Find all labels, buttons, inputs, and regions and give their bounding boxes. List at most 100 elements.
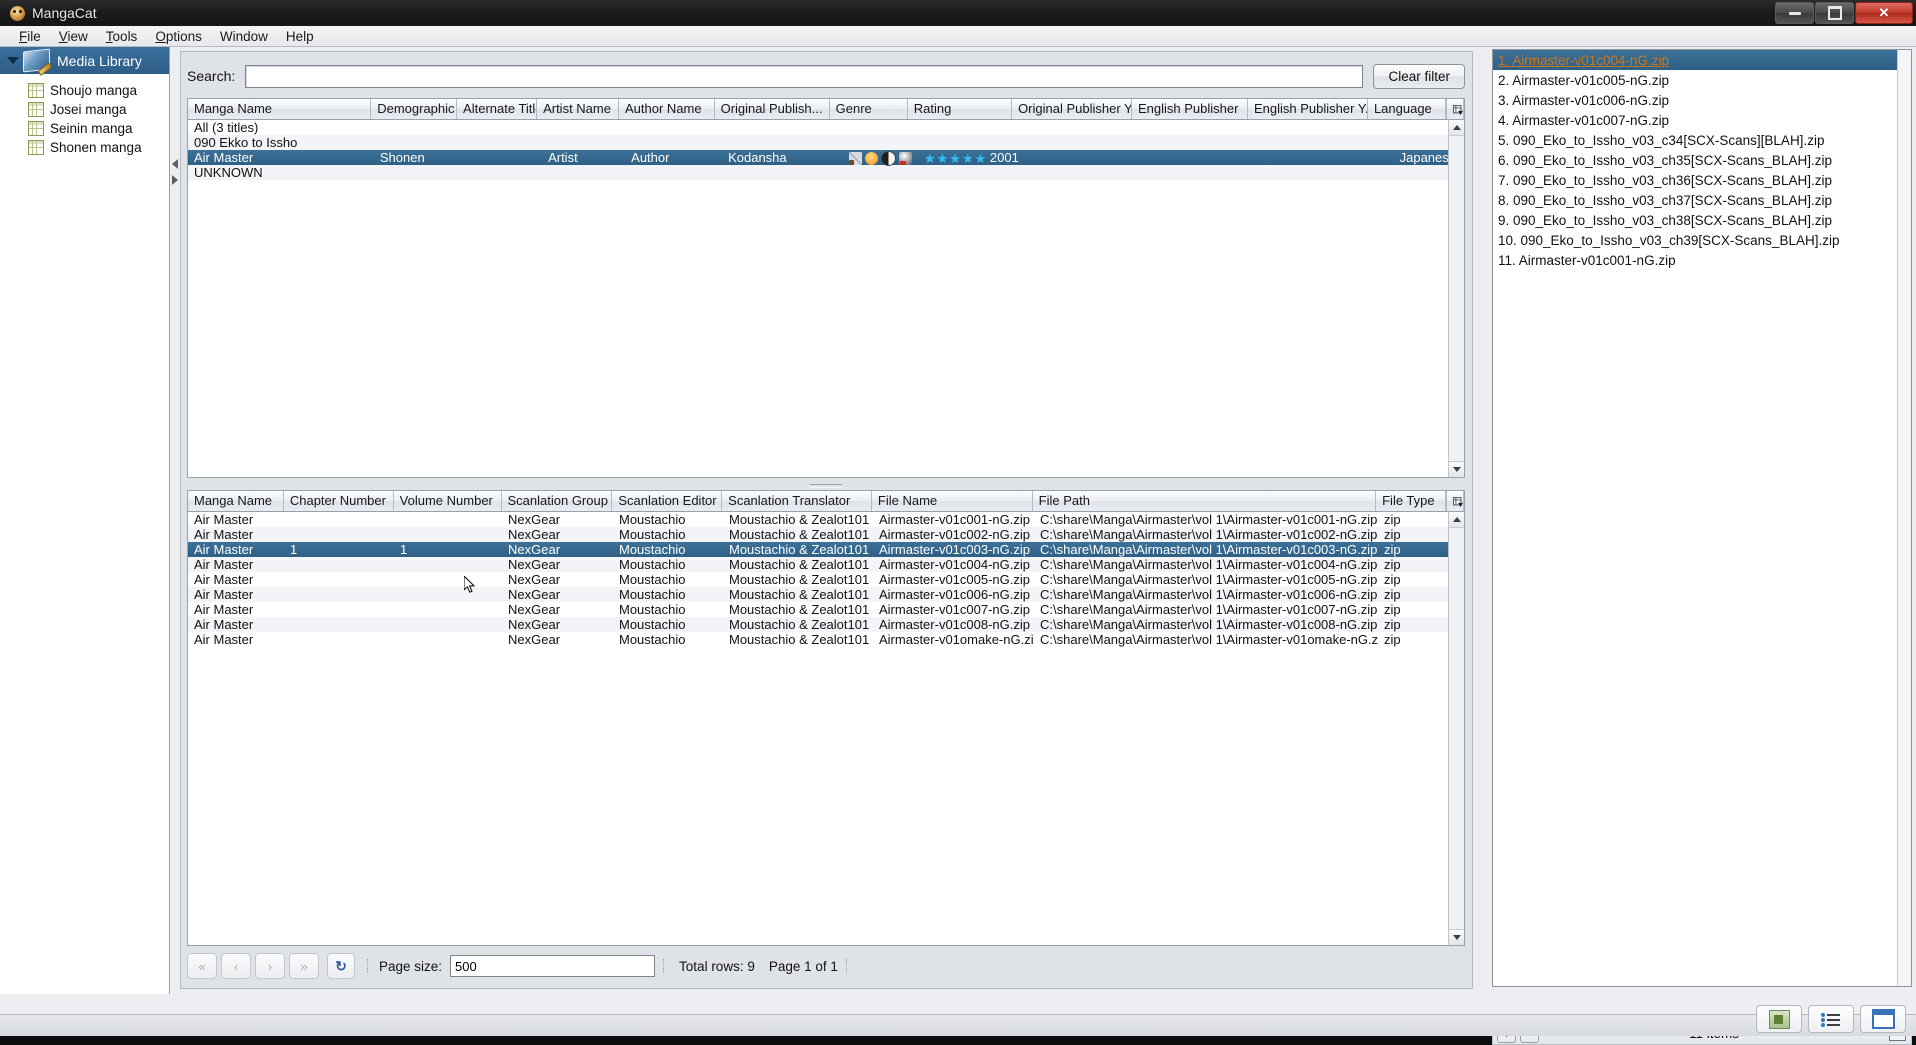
column-header[interactable]: Artist Name bbox=[537, 99, 620, 119]
titles-grid[interactable]: Manga Name Demographic Alternate Title Arti… bbox=[187, 98, 1465, 478]
minimize-button[interactable] bbox=[1775, 2, 1814, 24]
menu-options[interactable]: Options bbox=[146, 27, 211, 46]
table-cell: zip bbox=[1384, 557, 1401, 572]
table-row[interactable]: Air Master NexGear Moustachio Moustachio & … bbox=[188, 512, 1464, 527]
media-library-icon bbox=[23, 48, 50, 73]
search-input[interactable] bbox=[245, 64, 1364, 88]
tree-root-media-library[interactable]: Media Library bbox=[0, 47, 169, 74]
column-header[interactable]: File Type bbox=[1376, 491, 1446, 511]
toolbar-separator bbox=[367, 959, 371, 973]
column-header[interactable]: Alternate Title bbox=[457, 99, 538, 119]
column-header[interactable]: Author Name bbox=[619, 99, 715, 119]
close-button[interactable]: ✕ bbox=[1855, 2, 1913, 24]
home-view-button[interactable] bbox=[1756, 1005, 1802, 1033]
table-row[interactable]: All (3 titles) bbox=[188, 120, 1464, 135]
page-size-input[interactable] bbox=[450, 955, 656, 977]
collapse-left-icon[interactable] bbox=[172, 159, 178, 169]
sidebar-item-seinin-manga[interactable]: Seinin manga bbox=[0, 120, 169, 136]
table-row[interactable]: Air Master NexGear Moustachio Moustachio & … bbox=[188, 587, 1464, 602]
grid-icon bbox=[28, 82, 44, 98]
column-header[interactable]: Chapter Number bbox=[284, 491, 394, 511]
column-chooser-icon[interactable] bbox=[1446, 99, 1464, 119]
table-row[interactable]: Air Master NexGear Moustachio Moustachio & … bbox=[188, 527, 1464, 542]
column-header[interactable]: Volume Number bbox=[394, 491, 502, 511]
list-item[interactable]: 10. 090_Eko_to_Issho_v03_ch39[SCX-Scans_… bbox=[1493, 230, 1911, 250]
list-item[interactable]: 5. 090_Eko_to_Issho_v03_c34[SCX-Scans][B… bbox=[1493, 130, 1911, 150]
list-item[interactable]: 8. 090_Eko_to_Issho_v03_ch37[SCX-Scans_B… bbox=[1493, 190, 1911, 210]
list-item[interactable]: 3. Airmaster-v01c006-nG.zip bbox=[1493, 90, 1911, 110]
list-item[interactable]: 1. Airmaster-v01c004-nG.zip bbox=[1493, 50, 1911, 70]
column-header[interactable]: Manga Name bbox=[188, 99, 372, 119]
sidebar-item-shoujo-manga[interactable]: Shoujo manga bbox=[0, 82, 169, 98]
table-cell: zip bbox=[1384, 587, 1401, 602]
chevron-down-icon[interactable] bbox=[7, 57, 19, 64]
column-header[interactable]: Language bbox=[1368, 99, 1446, 119]
table-row[interactable]: Air Master 1 1 NexGear Moustachio Moustachio … bbox=[188, 542, 1464, 557]
table-cell: Moustachio bbox=[619, 572, 686, 587]
scroll-down-button[interactable] bbox=[1449, 461, 1464, 477]
table-row[interactable]: Air Master NexGear Moustachio Moustachio & … bbox=[188, 557, 1464, 572]
files-grid[interactable]: Manga Name Chapter Number Volume Number Sca… bbox=[187, 490, 1465, 946]
table-row[interactable]: Air Master NexGear Moustachio Moustachio & … bbox=[188, 617, 1464, 632]
menu-window[interactable]: Window bbox=[211, 27, 277, 46]
clear-filter-button[interactable]: Clear filter bbox=[1373, 63, 1465, 89]
column-header[interactable]: Original Publisher Y... bbox=[1012, 99, 1132, 119]
titles-grid-scrollbar[interactable] bbox=[1448, 120, 1464, 477]
queue-scrollbar[interactable] bbox=[1897, 50, 1911, 986]
table-row[interactable]: Air Master Shonen Artist Author Kodansha ★ ★ ★ ★… bbox=[188, 150, 1464, 166]
table-cell: 090 Ekko to Issho bbox=[194, 135, 298, 150]
scroll-up-button[interactable] bbox=[1449, 120, 1464, 136]
table-row[interactable]: Air Master NexGear Moustachio Moustachio & … bbox=[188, 572, 1464, 587]
column-header[interactable]: Scanlation Translator bbox=[722, 491, 872, 511]
column-header[interactable]: Rating bbox=[908, 99, 1013, 119]
scroll-up-button[interactable] bbox=[1449, 512, 1464, 528]
toolbar-separator bbox=[663, 959, 667, 973]
menu-tools[interactable]: Tools bbox=[97, 27, 147, 46]
menu-file[interactable]: File bbox=[10, 27, 50, 46]
table-row[interactable]: Air Master NexGear Moustachio Moustachio & … bbox=[188, 632, 1464, 647]
list-item[interactable]: 2. Airmaster-v01c005-nG.zip bbox=[1493, 70, 1911, 90]
table-row[interactable]: Air Master NexGear Moustachio Moustachio & … bbox=[188, 602, 1464, 617]
column-header[interactable]: Scanlation Group bbox=[502, 491, 613, 511]
menu-view[interactable]: View bbox=[50, 27, 97, 46]
column-header[interactable]: Demographic bbox=[371, 99, 458, 119]
column-header[interactable]: Scanlation Editor bbox=[612, 491, 723, 511]
window-view-button[interactable] bbox=[1860, 1005, 1906, 1033]
previous-page-button[interactable]: ‹ bbox=[221, 953, 251, 979]
first-page-button[interactable]: « bbox=[187, 953, 217, 979]
column-header[interactable]: File Path bbox=[1033, 491, 1377, 511]
expand-left-icon[interactable] bbox=[172, 175, 178, 185]
list-item[interactable]: 6. 090_Eko_to_Issho_v03_ch35[SCX-Scans_B… bbox=[1493, 150, 1911, 170]
column-header[interactable]: Original Publish... bbox=[715, 99, 830, 119]
list-item[interactable]: 4. Airmaster-v01c007-nG.zip bbox=[1493, 110, 1911, 130]
sidebar-item-josei-manga[interactable]: Josei manga bbox=[0, 101, 169, 117]
last-page-button[interactable]: » bbox=[289, 953, 319, 979]
column-header[interactable]: File Name bbox=[872, 491, 1033, 511]
column-header[interactable]: Manga Name bbox=[188, 491, 284, 511]
maximize-button[interactable] bbox=[1815, 2, 1854, 24]
table-row[interactable]: UNKNOWN bbox=[188, 165, 1464, 180]
sidebar-item-shonen-manga[interactable]: Shonen manga bbox=[0, 139, 169, 155]
column-chooser-icon[interactable] bbox=[1446, 491, 1464, 511]
list-view-button[interactable] bbox=[1808, 1005, 1854, 1033]
star-icon: ★ bbox=[961, 151, 974, 166]
refresh-button[interactable]: ↻ bbox=[327, 953, 355, 979]
files-grid-scrollbar[interactable] bbox=[1448, 512, 1464, 945]
close-icon: ✕ bbox=[1878, 5, 1890, 20]
table-cell: C:\share\Manga\Airmaster\vol 1\Airmaster… bbox=[1040, 572, 1378, 587]
menu-help[interactable]: Help bbox=[277, 27, 323, 46]
list-item[interactable]: 9. 090_Eko_to_Issho_v03_ch38[SCX-Scans_B… bbox=[1493, 210, 1911, 230]
column-header[interactable]: English Publisher bbox=[1132, 99, 1249, 119]
column-header[interactable]: Genre bbox=[830, 99, 908, 119]
list-item[interactable]: 7. 090_Eko_to_Issho_v03_ch36[SCX-Scans_B… bbox=[1493, 170, 1911, 190]
scroll-down-button[interactable] bbox=[1449, 929, 1464, 945]
column-header[interactable]: English Publisher Y... bbox=[1248, 99, 1368, 119]
next-page-button[interactable]: › bbox=[255, 953, 285, 979]
sword-icon bbox=[848, 151, 862, 165]
queue-list[interactable]: 1. Airmaster-v01c004-nG.zip 2. Airmaster-… bbox=[1492, 49, 1912, 987]
grid-splitter[interactable] bbox=[187, 480, 1465, 490]
panel-splitter-handle[interactable] bbox=[171, 47, 180, 994]
table-row[interactable]: 090 Ekko to Issho bbox=[188, 135, 1464, 150]
list-item[interactable]: 11. Airmaster-v01c001-nG.zip bbox=[1493, 250, 1911, 270]
table-cell: Airmaster-v01c003-nG.zip bbox=[879, 542, 1030, 557]
